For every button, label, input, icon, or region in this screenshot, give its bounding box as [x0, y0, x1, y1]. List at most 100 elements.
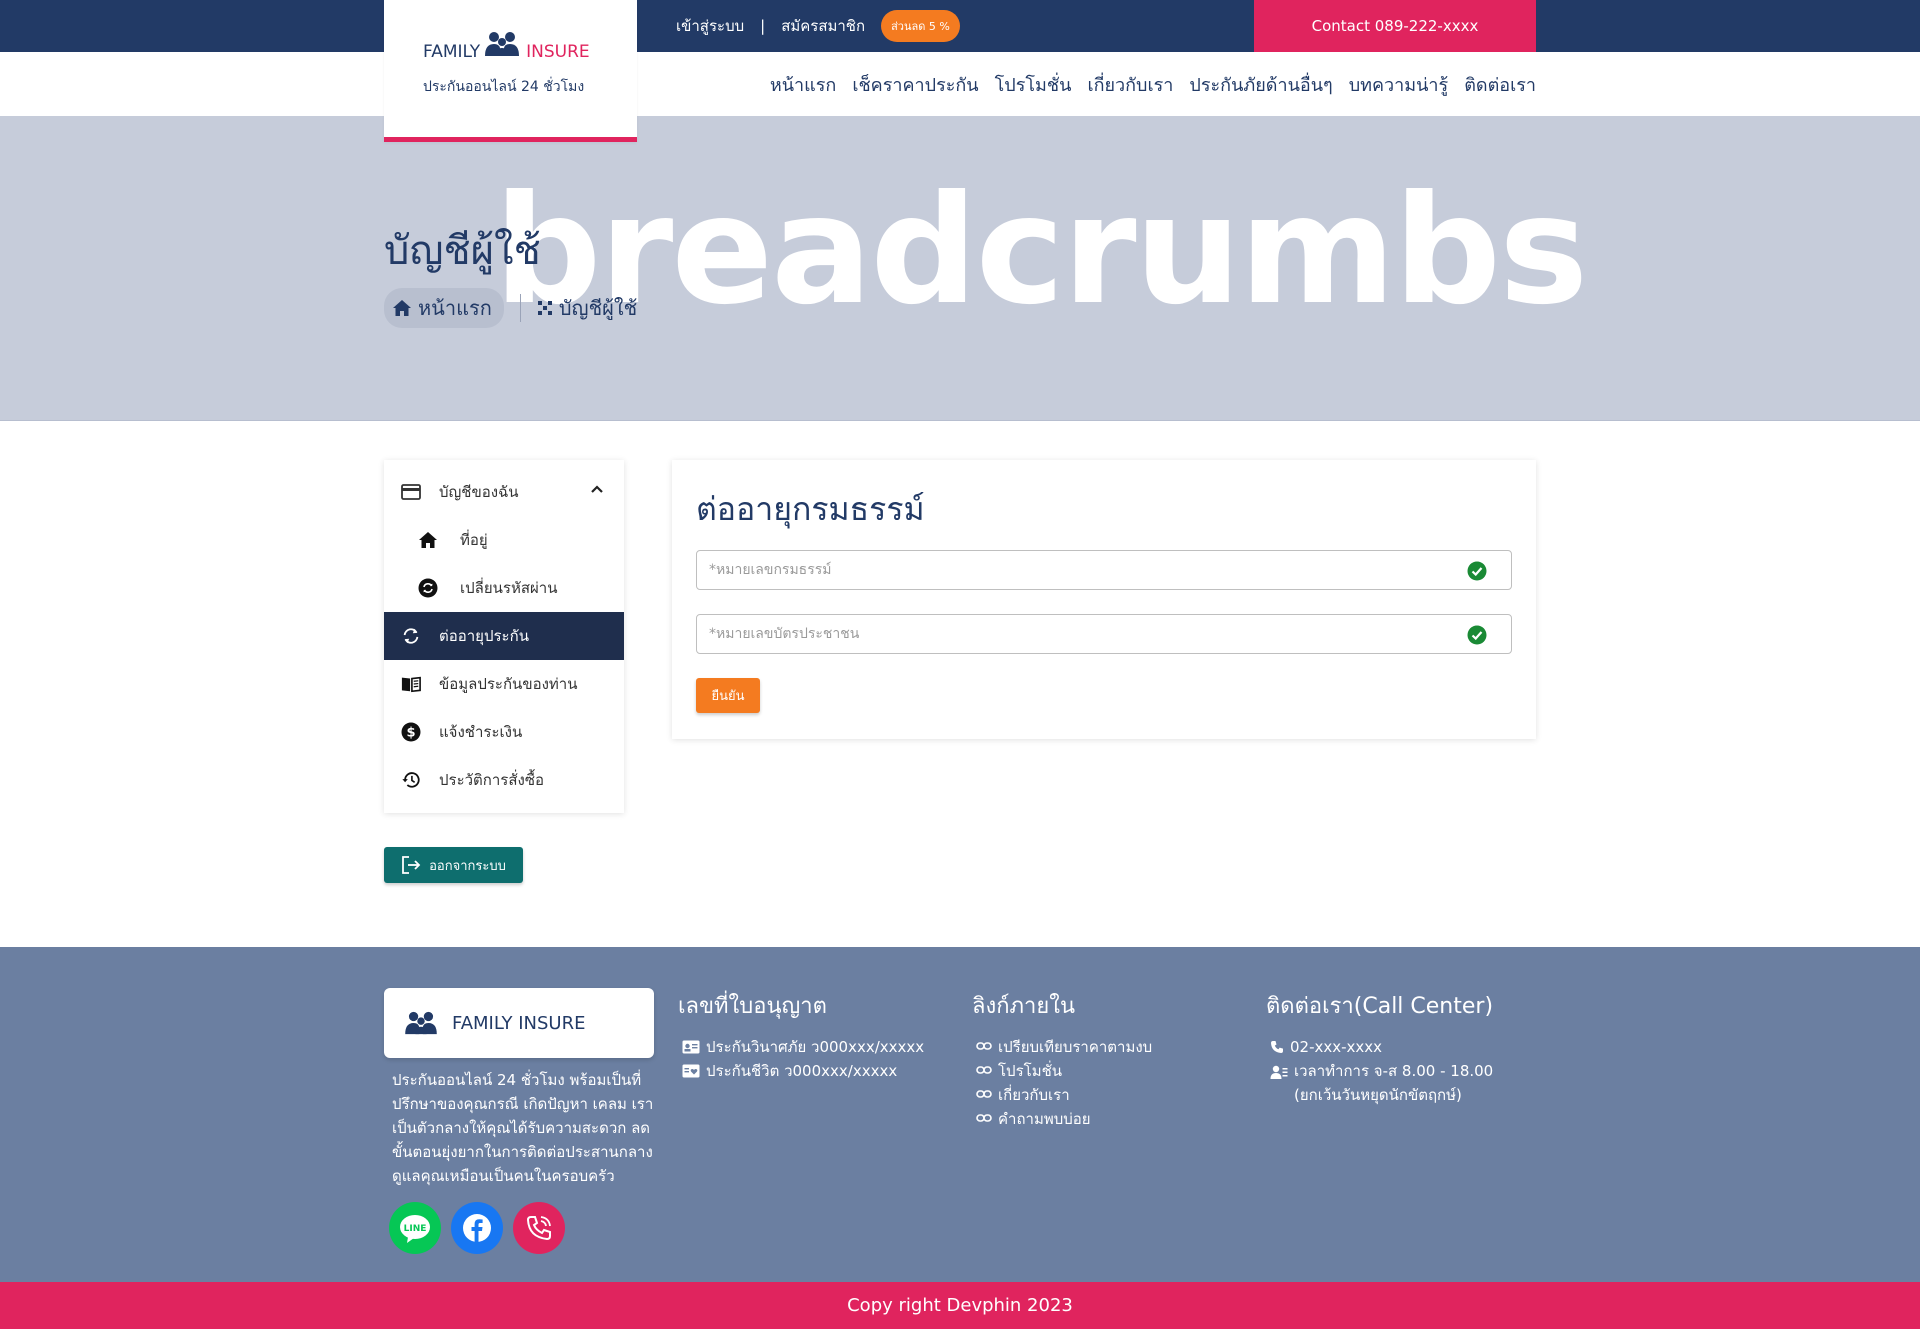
- menu-item-payment-notify[interactable]: $ แจ้งชำระเงิน: [384, 708, 624, 756]
- footer-license-title: เลขที่ใบอนุญาต: [678, 994, 827, 1019]
- breadcrumb: หน้าแรก บัญชีผู้ใช้: [384, 288, 637, 328]
- logout-icon: [402, 856, 421, 874]
- line-icon: LINE: [400, 1215, 430, 1243]
- phone-button[interactable]: [513, 1202, 565, 1254]
- menu-label: แจ้งชำระเงิน: [439, 723, 523, 741]
- brand-insure: INSURE: [526, 42, 590, 62]
- register-link[interactable]: สมัครสมาชิก: [781, 14, 865, 38]
- menu-item-insurance-info[interactable]: ข้อมูลประกันของท่าน: [384, 660, 624, 708]
- brand-logo: FAMILY INSURE: [423, 30, 590, 62]
- footer-link-promotion[interactable]: โปรโมชั่น: [976, 1059, 1152, 1083]
- refresh-icon: [401, 626, 421, 646]
- link-icon: [976, 1042, 992, 1050]
- brand-family: FAMILY: [423, 42, 481, 62]
- nav-list: หน้าแรก เช็คราคาประกัน โปรโมชั่น เกี่ยวก…: [754, 52, 1536, 116]
- home-icon: [418, 530, 438, 550]
- logout-label: ออกจากระบบ: [429, 858, 506, 874]
- footer-brand: FAMILY INSURE: [452, 1012, 586, 1034]
- license-nonlife: ประกันวินาศภัย ว000xxx/xxxxx: [706, 1038, 925, 1056]
- book-icon: [401, 674, 421, 694]
- form-title: ต่ออายุกรมธรรม์: [696, 490, 925, 528]
- menu-item-order-history[interactable]: ประวัติการสั่งซื้อ: [384, 756, 624, 804]
- nav-item-promotion[interactable]: โปรโมชั่น: [995, 70, 1072, 99]
- logo-card[interactable]: FAMILY INSURE ประกันออนไลน์ 24 ชั่วโมง: [384, 0, 637, 142]
- check-circle-icon: [1467, 561, 1487, 581]
- nav-item-contact[interactable]: ติดต่อเรา: [1464, 70, 1536, 99]
- menu-label: บัญชีของฉัน: [439, 483, 519, 501]
- footer-license-column: เลขที่ใบอนุญาต ประกันวินาศภัย ว000xxx/xx…: [678, 988, 924, 1083]
- license-life: ประกันชีวิต ว000xxx/xxxxx: [706, 1062, 898, 1080]
- credit-card-icon: [401, 482, 421, 502]
- footer: FAMILY INSURE ประกันออนไลน์ 24 ชั่วโมง พ…: [0, 947, 1920, 1282]
- footer-link-label: คำถามพบบ่อย: [998, 1110, 1091, 1128]
- id-card-icon: [682, 1040, 700, 1054]
- footer-link-faq[interactable]: คำถามพบบ่อย: [976, 1107, 1152, 1131]
- nav-item-home[interactable]: หน้าแรก: [770, 70, 836, 99]
- page-title: บัญชีผู้ใช้: [384, 228, 541, 274]
- check-circle-icon: [1467, 625, 1487, 645]
- hero-watermark: breadcrumbs: [494, 164, 1588, 338]
- footer-phone-row[interactable]: 02-xxx-xxxx: [1270, 1035, 1493, 1059]
- nav-item-check-price[interactable]: เช็คราคาประกัน: [852, 70, 978, 99]
- grid-dots-icon: [537, 301, 552, 315]
- history-icon: [401, 770, 421, 790]
- breadcrumb-divider: [519, 294, 521, 322]
- home-icon: [393, 300, 411, 316]
- logo-tagline: ประกันออนไลน์ 24 ชั่วโมง: [423, 79, 585, 95]
- renew-form-card: ต่ออายุกรมธรรม์ ยืนยัน: [672, 460, 1536, 739]
- policy-number-input[interactable]: [697, 551, 1457, 589]
- breadcrumb-home[interactable]: หน้าแรก: [384, 288, 504, 328]
- user-list-icon: [1270, 1065, 1288, 1079]
- footer-link-compare[interactable]: เปรียบเทียบราคาตามงบ: [976, 1035, 1152, 1059]
- footer-links-title: ลิงก์ภายใน: [972, 994, 1076, 1019]
- menu-label: ข้อมูลประกันของท่าน: [439, 675, 578, 693]
- menu-label: ที่อยู่: [460, 531, 488, 549]
- facebook-button[interactable]: [451, 1202, 503, 1254]
- main-nav: หน้าแรก เช็คราคาประกัน โปรโมชั่น เกี่ยวก…: [0, 52, 1920, 116]
- license-row-nonlife: ประกันวินาศภัย ว000xxx/xxxxx: [682, 1035, 924, 1059]
- link-icon: [976, 1114, 992, 1122]
- nav-item-about[interactable]: เกี่ยวกับเรา: [1087, 70, 1173, 99]
- sync-circle-icon: [418, 578, 438, 598]
- footer-hours-note: (ยกเว้นวันหยุดนักขัตฤกษ์): [1294, 1086, 1462, 1104]
- nav-item-other-insurance[interactable]: ประกันภัยด้านอื่นๆ: [1189, 70, 1332, 99]
- citizen-id-field: [696, 614, 1512, 654]
- contact-button[interactable]: Contact 089-222-xxxx: [1254, 0, 1536, 52]
- logout-button[interactable]: ออกจากระบบ: [384, 847, 523, 883]
- policy-number-field: [696, 550, 1512, 590]
- account-side-menu: บัญชีของฉัน ที่อยู่ เปลี่ยนรหัสผ่าน ต่ออ…: [384, 460, 624, 813]
- footer-hours: เวลาทำการ จ-ส 8.00 - 18.00: [1294, 1062, 1494, 1080]
- top-links: เข้าสู่ระบบ | สมัครสมาชิก ส่วนลด 5 %: [676, 0, 960, 52]
- footer-hours-block: เวลาทำการ จ-ส 8.00 - 18.00 (ยกเว้นวันหยุ…: [1294, 1059, 1493, 1107]
- footer-link-about[interactable]: เกี่ยวกับเรา: [976, 1083, 1152, 1107]
- breadcrumb-home-label: หน้าแรก: [418, 296, 492, 320]
- footer-link-label: เปรียบเทียบราคาตามงบ: [998, 1038, 1153, 1056]
- facebook-icon: [463, 1214, 491, 1242]
- footer-phone: 02-xxx-xxxx: [1290, 1038, 1383, 1056]
- line-icon-text: LINE: [404, 1224, 427, 1234]
- link-icon: [976, 1090, 992, 1098]
- menu-item-my-account[interactable]: บัญชีของฉัน: [384, 468, 624, 516]
- top-separator: |: [760, 17, 766, 35]
- menu-item-change-password[interactable]: เปลี่ยนรหัสผ่าน: [384, 564, 624, 612]
- footer-link-label: โปรโมชั่น: [998, 1062, 1063, 1080]
- phone-icon: [1271, 1041, 1283, 1053]
- menu-item-renew-insurance[interactable]: ต่ออายุประกัน: [384, 612, 624, 660]
- copyright-bar: Copy right Devphin 2023: [0, 1282, 1920, 1329]
- menu-label: ประวัติการสั่งซื้อ: [439, 771, 545, 789]
- login-link[interactable]: เข้าสู่ระบบ: [676, 14, 744, 38]
- menu-item-address[interactable]: ที่อยู่: [384, 516, 624, 564]
- menu-label: เปลี่ยนรหัสผ่าน: [460, 579, 558, 597]
- citizen-id-input[interactable]: [697, 615, 1457, 653]
- chevron-up-icon[interactable]: [590, 484, 604, 494]
- nav-item-articles[interactable]: บทความน่ารู้: [1349, 70, 1449, 99]
- heart-card-icon: [682, 1064, 700, 1078]
- dollar-circle-icon: $: [401, 722, 421, 742]
- family-icon: [405, 1011, 437, 1035]
- footer-contact-title: ติดต่อเรา(Call Center): [1266, 994, 1494, 1019]
- discount-badge[interactable]: ส่วนลด 5 %: [881, 10, 960, 42]
- footer-logo[interactable]: FAMILY INSURE: [384, 988, 654, 1058]
- footer-link-label: เกี่ยวกับเรา: [998, 1086, 1070, 1104]
- line-button[interactable]: LINE: [389, 1202, 441, 1254]
- submit-button[interactable]: ยืนยัน: [696, 678, 760, 713]
